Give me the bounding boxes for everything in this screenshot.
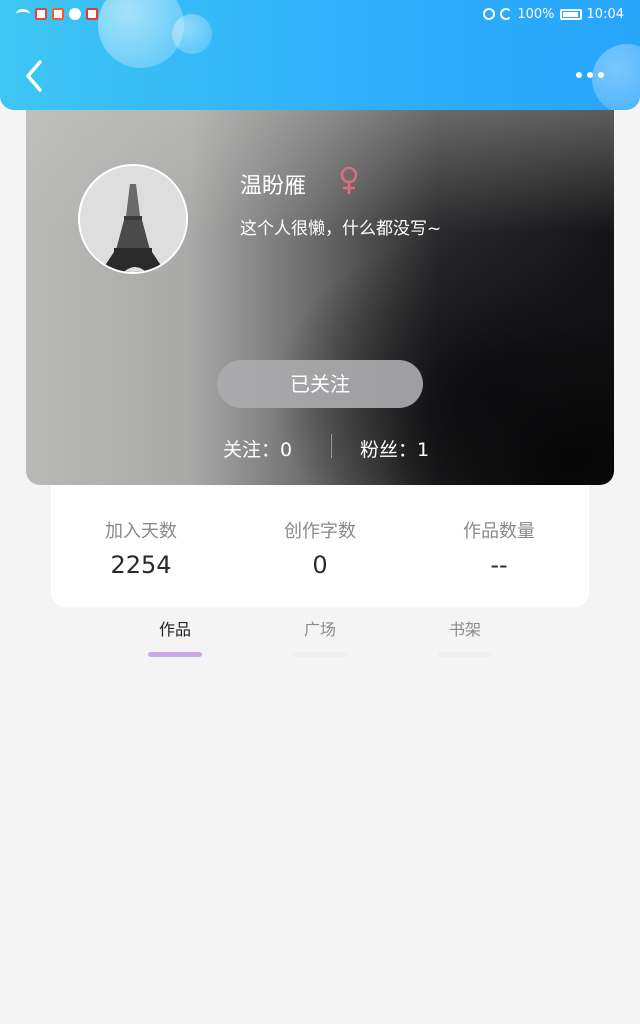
do-not-disturb-icon [500,8,513,20]
tab-works[interactable]: 作品 [135,616,215,657]
more-dots-icon [576,72,582,78]
followed-button[interactable]: 已关注 [217,360,423,408]
female-icon [338,166,360,196]
stat-join-days: 加入天数 2254 [51,517,231,579]
bio-text: 这个人很懒，什么都没写~ [240,219,442,239]
stat-value: -- [490,551,508,579]
back-button[interactable] [22,58,50,94]
tab-label: 书架 [448,620,481,639]
app-notification-icon [35,8,47,20]
chevron-left-icon [26,60,42,92]
stat-word-count: 创作字数 0 [230,517,410,579]
more-options-button[interactable] [576,66,610,84]
following-count[interactable]: 关注：0 [223,435,292,462]
app-notification-icon [86,8,98,20]
battery-icon [559,8,582,20]
status-bar: 100% 10:04 [0,0,640,28]
wechat-icon [69,8,81,20]
nickname: 温盼雁 [240,174,307,199]
wifi-icon [16,9,30,19]
tab-indicator [293,652,347,657]
tab-bookshelf[interactable]: 书架 [425,616,505,657]
tab-label: 作品 [158,620,191,639]
stat-label: 创作字数 [284,521,356,542]
tab-plaza[interactable]: 广场 [280,616,360,657]
tab-label: 广场 [303,620,336,639]
stat-works-count: 作品数量 -- [409,517,589,579]
alarm-icon [483,8,496,20]
stat-label: 作品数量 [463,521,535,542]
stats-card: 加入天数 2254 创作字数 0 作品数量 -- [51,485,589,607]
fans-count[interactable]: 粉丝：1 [360,435,429,462]
eiffel-tower-avatar-image [80,166,186,272]
avatar[interactable] [78,164,188,274]
clock: 10:04 [586,6,624,22]
divider [331,434,332,458]
taobao-icon [52,8,64,20]
stat-label: 加入天数 [105,521,177,542]
tab-indicator [438,652,492,657]
profile-tabs: 作品 广场 书架 [0,610,640,660]
follow-stats: 关注：0 粉丝：1 [26,432,614,462]
battery-percent: 100% [517,6,555,22]
profile-hero-card: 温盼雁 这个人很懒，什么都没写~ 已关注 关注：0 粉丝：1 [26,96,614,485]
stat-value: 2254 [110,551,172,579]
tab-indicator [148,652,202,657]
stat-value: 0 [312,551,328,579]
